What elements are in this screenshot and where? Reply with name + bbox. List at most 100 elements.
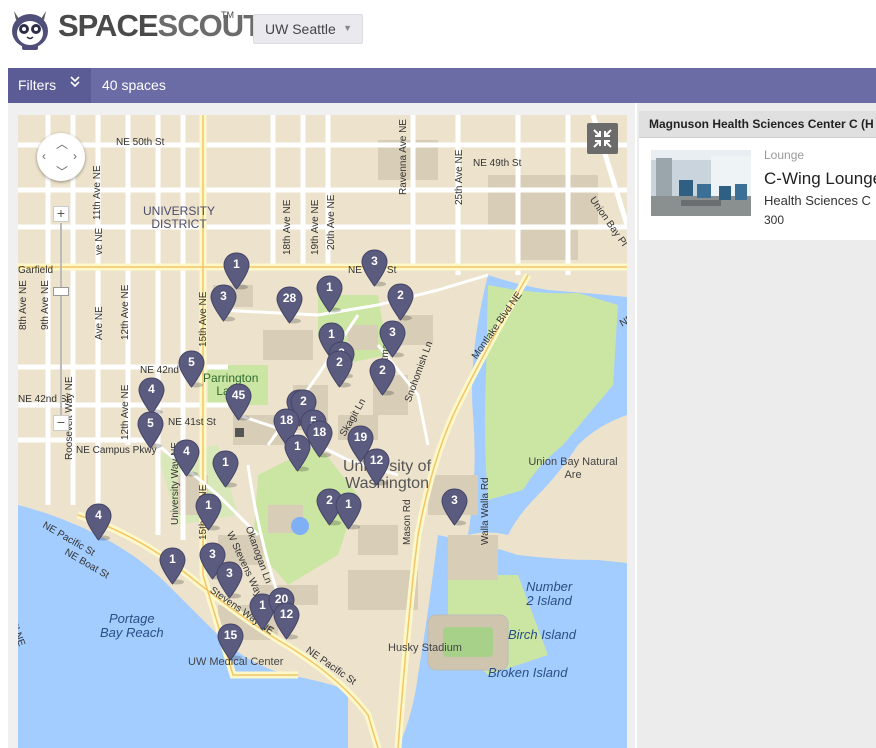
map-pin-count: 5 <box>188 355 195 369</box>
street-label: 12th Ave NE <box>120 284 131 340</box>
map-pin[interactable]: 5 <box>178 350 205 388</box>
map-pin-count: 4 <box>148 382 155 396</box>
map-pin[interactable]: 3 <box>361 249 388 287</box>
map-pin-count: 3 <box>389 325 396 339</box>
map-pin[interactable]: 1 <box>335 492 362 530</box>
street-label: ve NE <box>94 227 105 255</box>
map-pin-count: 19 <box>353 430 368 444</box>
water-label: Broken Island <box>488 665 568 680</box>
map-pin-count: 3 <box>220 289 227 303</box>
street-label: Ave NE <box>94 306 105 340</box>
filters-button-label: Filters <box>18 77 57 93</box>
logo-text-scout: SCOUT <box>157 8 262 43</box>
filters-button[interactable]: Filters <box>8 68 91 103</box>
place-label: Husky Stadium <box>388 642 462 654</box>
space-card[interactable]: Lounge C-Wing Lounge Health Sciences C 3… <box>639 138 876 240</box>
app-header: SPACESCOUT TM UW Seattle ▼ <box>0 0 876 68</box>
map-pin-count: 2 <box>336 355 343 369</box>
water-label-line: 2 Island <box>526 593 572 608</box>
campus-map[interactable]: NE 50th St NE 49th St NE 45th St NE 42nd… <box>18 115 627 748</box>
map-pin-count: 5 <box>147 416 154 430</box>
map-pin-count: 18 <box>279 413 294 427</box>
street-label: 11th Ave NE <box>92 165 103 220</box>
map-frame: NE 50th St NE 49th St NE 45th St NE 42nd… <box>8 103 635 748</box>
map-pin-count: 1 <box>233 257 240 271</box>
street-label: Walla Walla Rd <box>480 477 491 545</box>
map-pin[interactable]: 3 <box>216 561 243 599</box>
water-label-line: Portage <box>109 611 155 626</box>
street-label: 19th Ave NE <box>310 199 321 255</box>
place-label: UNIVERSITY DISTRICT <box>143 205 215 231</box>
map-pin[interactable]: 2 <box>326 350 353 388</box>
results-toolbar: Filters 40 spaces <box>8 68 876 103</box>
map-pin[interactable]: 3 <box>441 488 468 526</box>
zoom-out-button[interactable]: − <box>53 415 69 431</box>
map-pin[interactable]: 1 <box>284 434 311 472</box>
map-pin-count: 4 <box>183 444 190 458</box>
map-pin[interactable]: 12 <box>273 602 300 640</box>
map-pin-count: 15 <box>223 628 238 642</box>
street-label: 12th Ave NE <box>120 384 131 440</box>
map-pin[interactable]: 2 <box>387 283 414 321</box>
zoom-in-button[interactable]: + <box>53 206 69 222</box>
map-pin[interactable]: 15 <box>217 623 244 661</box>
pan-left-icon[interactable]: ‹ <box>42 149 46 163</box>
street-label: 20th Ave NE <box>326 194 337 250</box>
water-label: Birch Island <box>508 627 576 642</box>
map-pin[interactable]: 28 <box>276 286 303 324</box>
map-pin-count: 45 <box>231 388 246 402</box>
space-photo <box>651 150 751 216</box>
map-pin-count: 3 <box>209 547 216 561</box>
building-header: Magnuson Health Sciences Center C (H <box>639 111 876 138</box>
map-pin[interactable]: 3 <box>210 284 237 322</box>
map-pin[interactable]: 2 <box>369 358 396 396</box>
map-pin[interactable]: 4 <box>138 377 165 415</box>
street-label: 8th Ave NE <box>18 280 29 330</box>
map-pin[interactable]: 4 <box>173 439 200 477</box>
space-list-panel: Magnuson Health Sciences Center C (H Lou… <box>637 103 876 748</box>
pan-down-icon[interactable]: ﹀ <box>56 163 68 180</box>
map-pin[interactable]: 5 <box>137 411 164 449</box>
map-pin-count: 3 <box>226 566 233 580</box>
space-name[interactable]: C-Wing Lounge <box>764 169 876 189</box>
map-pin-count: 1 <box>169 552 176 566</box>
map-pin[interactable]: 1 <box>212 450 239 488</box>
zoom-slider-track[interactable] <box>60 223 62 415</box>
campus-select[interactable]: UW Seattle ▼ <box>253 14 363 44</box>
map-pin[interactable]: 1 <box>195 493 222 531</box>
map-pin-count: 3 <box>371 254 378 268</box>
map-pin-count: 2 <box>379 363 386 377</box>
space-type: Lounge <box>764 148 805 162</box>
water-label-line: Bay Reach <box>100 625 164 640</box>
pan-right-icon[interactable]: › <box>73 149 77 163</box>
double-chevron-down-icon <box>70 76 80 89</box>
street-label: Ravenna Ave NE <box>398 119 409 195</box>
map-pin[interactable]: 45 <box>225 383 252 421</box>
place-label: Union Bay Natural Are <box>528 456 618 481</box>
map-pin-count: 1 <box>328 327 335 341</box>
map-pin-count: 2 <box>397 288 404 302</box>
map-pin-count: 12 <box>279 607 294 621</box>
map-pin-count: 1 <box>345 497 352 511</box>
place-label-line: DISTRICT <box>151 217 207 231</box>
street-label: Mason Rd <box>402 499 413 545</box>
spacescout-logo-icon[interactable] <box>8 5 52 51</box>
pan-up-icon[interactable]: ︿ <box>56 135 68 152</box>
street-label: 18th Ave NE <box>282 199 293 255</box>
map-pin[interactable]: 1 <box>316 275 343 313</box>
campus-select-value: UW Seattle <box>265 21 336 37</box>
logo-text-space: SPACE <box>58 8 159 43</box>
pan-arrows-icon[interactable]: ︿ ﹀ ‹ › <box>37 133 85 181</box>
collapse-arrows-icon[interactable] <box>587 123 618 154</box>
map-pin[interactable]: 3 <box>379 320 406 358</box>
street-label: 25th Ave NE <box>454 149 465 205</box>
map-pin-count: 4 <box>95 508 102 522</box>
map-pin[interactable]: 12 <box>363 448 390 486</box>
map-pin-count: 12 <box>369 453 384 467</box>
trademark-mark: TM <box>221 10 234 20</box>
water-label: Number 2 Island <box>526 580 572 608</box>
map-pin[interactable]: 4 <box>85 503 112 541</box>
map-pin[interactable]: 1 <box>159 547 186 585</box>
zoom-slider-thumb[interactable] <box>53 287 69 296</box>
space-building: Health Sciences C <box>764 193 871 208</box>
